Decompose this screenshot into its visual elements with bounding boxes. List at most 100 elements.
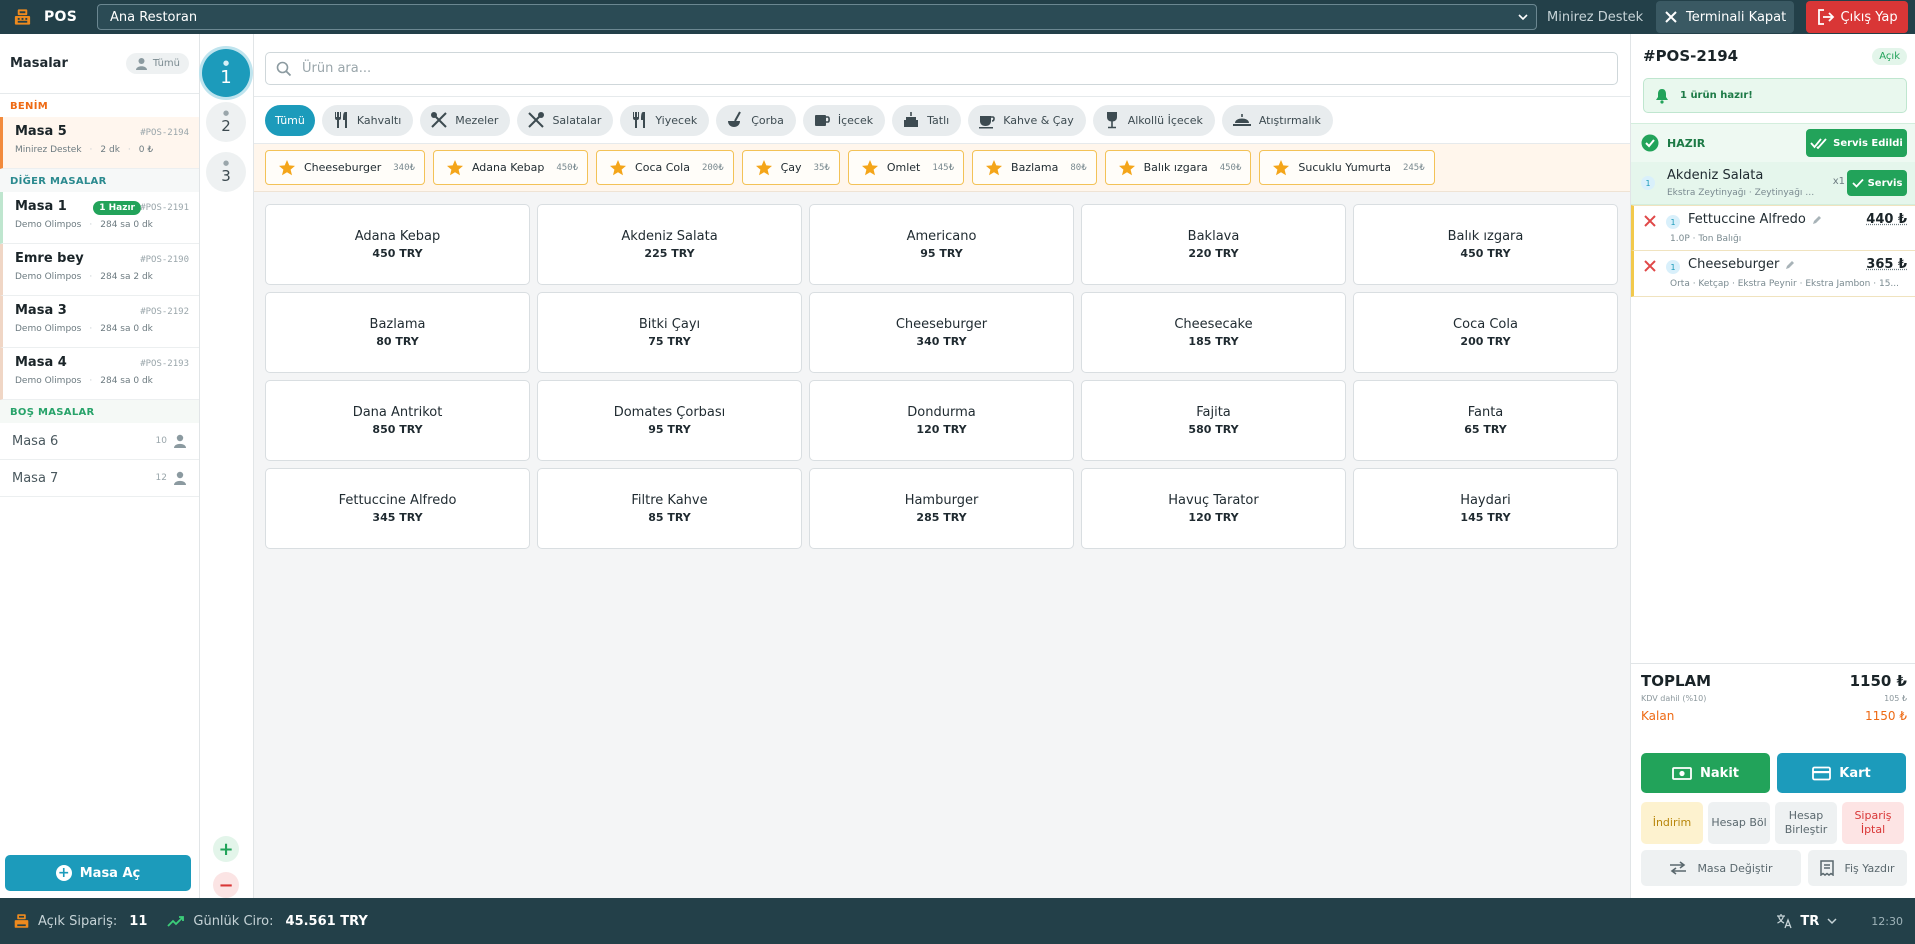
cancel-order-button[interactable]: Sipariş İptal <box>1842 802 1904 844</box>
restaurant-select[interactable]: Ana Restoran <box>97 4 1537 30</box>
product-card[interactable]: Americano 95 TRY <box>809 204 1074 285</box>
ready-item-row: 1 Akdeniz Salata Ekstra Zeytinyağı · Zey… <box>1631 162 1915 204</box>
table-row-masa-4[interactable]: Masa 4 #POS-2193 Demo Olimpos · 284 sa 0 d… <box>0 348 199 400</box>
product-card[interactable]: Coca Cola 200 TRY <box>1353 292 1618 373</box>
table-time: 284 sa 2 dk <box>100 272 153 282</box>
product-name: Cheesecake <box>1174 317 1253 332</box>
language-selector[interactable]: TR <box>1776 913 1837 929</box>
favorite-item[interactable]: Bazlama 80₺ <box>972 150 1097 185</box>
cash-payment-button[interactable]: Nakit <box>1641 753 1770 793</box>
guest-button-2[interactable]: ● 2 <box>206 102 246 142</box>
add-guest-button[interactable]: + <box>213 836 239 862</box>
product-card[interactable]: Cheeseburger 340 TRY <box>809 292 1074 373</box>
item-name-wrap: Fettuccine Alfredo <box>1688 212 1822 227</box>
edit-pencil-icon[interactable] <box>1812 215 1822 225</box>
category-mezeler[interactable]: Mezeler <box>420 104 511 136</box>
category-yiyecek[interactable]: Yiyecek <box>620 104 710 136</box>
category-kahve-cay[interactable]: Kahve & Çay <box>968 104 1086 136</box>
product-card[interactable]: Haydari 145 TRY <box>1353 468 1618 549</box>
remove-item-icon[interactable] <box>1643 259 1657 273</box>
item-price[interactable]: 440 ₺ <box>1866 212 1907 227</box>
product-card[interactable]: Balık ızgara 450 TRY <box>1353 204 1618 285</box>
product-name: Dondurma <box>907 405 976 420</box>
order-status-badge: Açık <box>1872 47 1907 65</box>
item-quantity: 1 <box>1666 215 1680 229</box>
category-salatalar[interactable]: Salatalar <box>517 104 614 136</box>
favorite-item[interactable]: Omlet 145₺ <box>847 150 965 185</box>
product-card[interactable]: Adana Kebap 450 TRY <box>265 204 530 285</box>
item-price[interactable]: 365 ₺ <box>1866 257 1907 272</box>
product-card[interactable]: Hamburger 285 TRY <box>809 468 1074 549</box>
open-table-button[interactable]: + Masa Aç <box>5 855 191 891</box>
product-name: Haydari <box>1460 493 1511 508</box>
product-card[interactable]: Baklava 220 TRY <box>1081 204 1346 285</box>
close-terminal-button[interactable]: Terminali Kapat <box>1656 1 1795 33</box>
edit-pencil-icon[interactable] <box>1785 260 1795 270</box>
category-alkollu-icecek[interactable]: Alkollü İçecek <box>1092 104 1215 136</box>
table-row-emre-bey[interactable]: Emre bey #POS-2190 Demo Olimpos · 284 sa 2… <box>0 244 199 296</box>
capacity-value: 12 <box>155 473 167 483</box>
mark-all-served-button[interactable]: Servis Edildi <box>1806 129 1907 157</box>
product-card[interactable]: Bazlama 80 TRY <box>265 292 530 373</box>
category-icecek[interactable]: İçecek <box>802 104 886 136</box>
translate-icon <box>1777 914 1793 929</box>
table-meta: Demo Olimpos · 284 sa 2 dk <box>15 272 153 282</box>
discount-button[interactable]: İndirim <box>1641 802 1703 844</box>
language-code: TR <box>1800 913 1820 929</box>
product-price: 95 TRY <box>920 247 963 260</box>
remove-item-icon[interactable] <box>1643 214 1657 228</box>
tables-title: Masalar <box>10 56 68 71</box>
order-item-row[interactable]: 1 Fettuccine Alfredo 1.0P · Ton Balığı 4… <box>1631 205 1915 251</box>
logout-button[interactable]: Çıkış Yap <box>1806 1 1909 33</box>
product-card[interactable]: Dana Antrikot 850 TRY <box>265 380 530 461</box>
favorite-item[interactable]: Coca Cola 200₺ <box>596 150 734 185</box>
favorite-item[interactable]: Adana Kebap 450₺ <box>432 150 589 185</box>
product-card[interactable]: Fajita 580 TRY <box>1081 380 1346 461</box>
product-card[interactable]: Fanta 65 TRY <box>1353 380 1618 461</box>
search-input[interactable]: Ürün ara... <box>265 52 1618 85</box>
table-row-masa-3[interactable]: Masa 3 #POS-2192 Demo Olimpos · 284 sa 0 d… <box>0 296 199 348</box>
category-corba[interactable]: Çorba <box>716 104 796 136</box>
total-value: 1150 ₺ <box>1849 672 1907 690</box>
product-name: Bazlama <box>369 317 426 332</box>
favorite-item[interactable]: Çay 35₺ <box>741 150 840 185</box>
product-card[interactable]: Havuç Tarator 120 TRY <box>1081 468 1346 549</box>
search-placeholder: Ürün ara... <box>302 61 372 76</box>
capacity-value: 10 <box>155 436 167 446</box>
favorite-price: 245₺ <box>1402 162 1425 173</box>
trend-up-icon <box>167 916 185 927</box>
favorite-item[interactable]: Sucuklu Yumurta 245₺ <box>1259 150 1435 185</box>
product-card[interactable]: Domates Çorbası 95 TRY <box>537 380 802 461</box>
star-icon <box>1273 159 1290 175</box>
card-payment-button[interactable]: Kart <box>1777 753 1906 793</box>
category-tumu[interactable]: Tümü <box>265 104 315 136</box>
guest-button-1[interactable]: ● 1 <box>202 49 250 97</box>
product-card[interactable]: Filtre Kahve 85 TRY <box>537 468 802 549</box>
table-row-masa-5[interactable]: Masa 5 #POS-2194 Minirez Destek · 2 dk · 0… <box>0 117 199 169</box>
product-card[interactable]: Akdeniz Salata 225 TRY <box>537 204 802 285</box>
category-atistirmalik[interactable]: Atıştırmalık <box>1221 104 1333 136</box>
product-price: 285 TRY <box>916 511 967 524</box>
print-receipt-button[interactable]: Fiş Yazdır <box>1808 850 1907 886</box>
category-tatli[interactable]: Tatlı <box>892 104 962 136</box>
change-table-button[interactable]: Masa Değiştir <box>1641 850 1801 886</box>
product-card[interactable]: Fettuccine Alfredo 345 TRY <box>265 468 530 549</box>
split-bill-button[interactable]: Hesap Böl <box>1708 802 1770 844</box>
category-kahvalti[interactable]: Kahvaltı <box>321 104 414 136</box>
serve-item-button[interactable]: Servis <box>1847 170 1907 196</box>
product-card[interactable]: Cheesecake 185 TRY <box>1081 292 1346 373</box>
table-row-masa-6[interactable]: Masa 6 10 <box>0 423 199 460</box>
order-item-row[interactable]: 1 Cheeseburger Orta · Ketçap · Ekstra Pe… <box>1631 251 1915 297</box>
product-card[interactable]: Bitki Çayı 75 TRY <box>537 292 802 373</box>
merge-bill-button[interactable]: Hesap Birleştir <box>1775 802 1837 844</box>
table-row-masa-1[interactable]: Masa 1 1 Hazır #POS-2191 Demo Olimpos · 28… <box>0 192 199 244</box>
product-card[interactable]: Dondurma 120 TRY <box>809 380 1074 461</box>
favorite-item[interactable]: Cheeseburger 340₺ <box>265 150 425 185</box>
tables-filter-chip[interactable]: Tümü <box>125 53 189 74</box>
guest-button-3[interactable]: ● 3 <box>206 152 246 192</box>
mark-all-served-label: Servis Edildi <box>1833 137 1903 149</box>
remove-guest-button[interactable]: − <box>213 872 239 898</box>
favorite-item[interactable]: Balık ızgara 450₺ <box>1104 150 1252 185</box>
card-payment-label: Kart <box>1839 765 1871 781</box>
table-row-masa-7[interactable]: Masa 7 12 <box>0 460 199 497</box>
